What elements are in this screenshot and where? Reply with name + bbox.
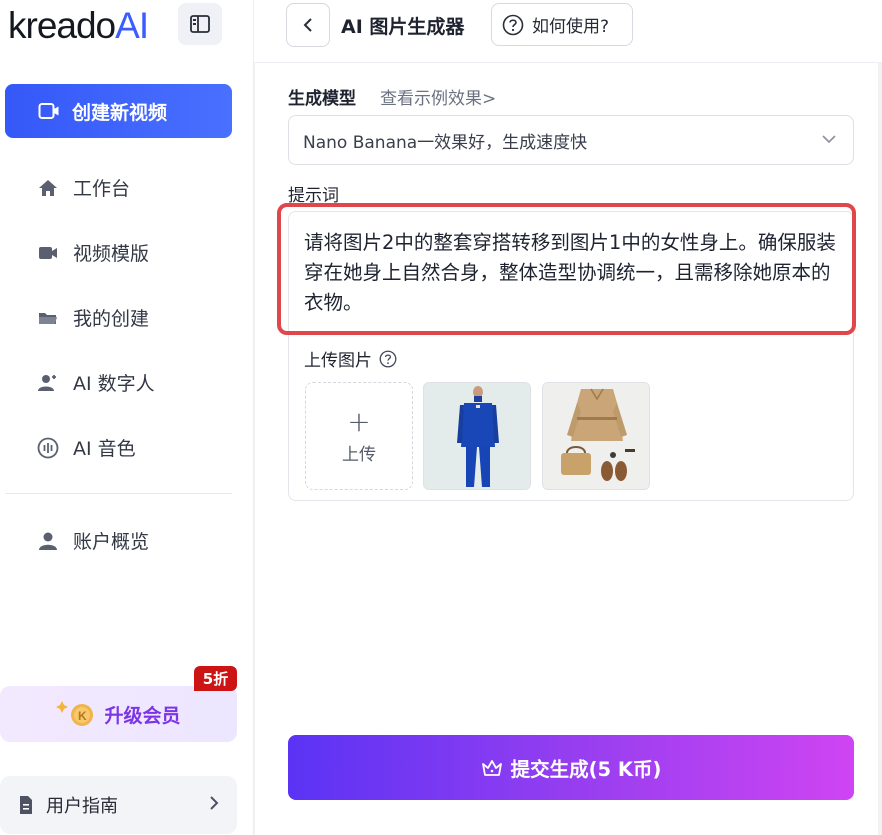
sidebar-nav: 工作台 视频模版 我的创建 AI 数字人 AI 音色	[0, 155, 254, 480]
upload-button-label: 上传	[342, 444, 376, 465]
document-icon	[20, 796, 32, 814]
woman-blue-outfit-image	[424, 383, 530, 489]
crown-icon	[481, 759, 502, 776]
chevron-right-icon	[210, 796, 219, 810]
top-bar: AI 图片生成器 如何使用?	[254, 0, 882, 63]
logo-text: kreado	[8, 5, 116, 46]
user-icon	[36, 529, 60, 553]
sidebar-nav-secondary: 账户概览	[0, 508, 254, 573]
upgrade-label: 升级会员	[104, 704, 181, 727]
back-button[interactable]	[286, 3, 330, 47]
discount-badge: 5折	[194, 666, 237, 691]
user-guide-button[interactable]: 用户指南	[0, 776, 237, 834]
sidebar-divider	[5, 493, 232, 494]
collapse-sidebar-button[interactable]	[178, 3, 222, 45]
upload-images-label: 上传图片	[304, 346, 397, 371]
sidebar: kreado AI 创建新视频 工作台 视频模版 我的创建 AI 数字人 AI 音…	[0, 0, 254, 835]
question-circle-icon	[379, 350, 397, 367]
video-camera-icon	[36, 241, 60, 265]
trench-coat-outfit-image	[543, 383, 649, 489]
k-coin-icon: K	[56, 701, 94, 726]
kreado-logo[interactable]: kreado AI	[8, 5, 149, 46]
chevron-left-icon	[303, 18, 312, 32]
model-select[interactable]: Nano Banana一效果好，生成速度快	[288, 115, 854, 165]
uploaded-image-1[interactable]	[423, 382, 531, 490]
sidebar-item-ai-voice[interactable]: AI 音色	[0, 415, 254, 480]
guide-label: 用户指南	[46, 796, 118, 817]
help-label: 如何使用?	[532, 17, 610, 37]
sidebar-item-label: 账户概览	[73, 531, 150, 553]
logo-ai-text: AI	[115, 5, 149, 46]
uploaded-image-2[interactable]	[542, 382, 650, 490]
sidebar-item-label: 视频模版	[73, 243, 150, 265]
video-record-icon	[38, 103, 59, 119]
sidebar-item-ai-avatar[interactable]: AI 数字人	[0, 350, 254, 415]
sidebar-item-label: AI 数字人	[73, 373, 155, 395]
generator-panel: 生成模型 查看示例效果> Nano Banana一效果好，生成速度快 提示词 请…	[254, 63, 882, 835]
upload-image-button[interactable]: + 上传	[305, 382, 413, 490]
plus-icon: +	[347, 404, 371, 438]
model-select-value: Nano Banana一效果好，生成速度快	[303, 132, 588, 153]
how-to-use-button[interactable]: 如何使用?	[491, 3, 633, 46]
chevron-down-icon	[822, 135, 836, 144]
prompt-textarea[interactable]: 请将图片2中的整套穿搭转移到图片1中的女性身上。确保服装穿在她身上自然合身，整体…	[304, 228, 844, 318]
sidebar-toggle-icon	[190, 15, 210, 33]
sidebar-item-my-creations[interactable]: 我的创建	[0, 285, 254, 350]
page-title: AI 图片生成器	[341, 16, 465, 38]
sidebar-item-label: 我的创建	[73, 308, 150, 330]
sidebar-item-workbench[interactable]: 工作台	[0, 155, 254, 220]
user-add-icon	[36, 371, 60, 395]
model-label: 生成模型	[288, 89, 356, 109]
sound-wave-icon	[36, 436, 60, 460]
sidebar-item-label: AI 音色	[73, 438, 136, 460]
home-icon	[36, 176, 60, 200]
sidebar-item-label: 工作台	[73, 178, 131, 200]
submit-generate-button[interactable]: 提交生成(5 K币)	[288, 735, 854, 800]
svg-text:K: K	[78, 709, 87, 723]
upload-label-text: 上传图片	[304, 351, 372, 371]
view-examples-link[interactable]: 查看示例效果>	[380, 84, 496, 109]
upgrade-membership-button[interactable]: K 升级会员	[0, 686, 237, 742]
sidebar-item-account-overview[interactable]: 账户概览	[0, 508, 254, 573]
create-new-video-button[interactable]: 创建新视频	[5, 84, 232, 138]
submit-label: 提交生成(5 K币)	[510, 758, 662, 781]
question-circle-icon	[502, 14, 524, 35]
sidebar-item-video-templates[interactable]: 视频模版	[0, 220, 254, 285]
create-label: 创建新视频	[72, 101, 168, 124]
folder-icon	[36, 306, 60, 330]
right-gutter	[878, 63, 882, 835]
